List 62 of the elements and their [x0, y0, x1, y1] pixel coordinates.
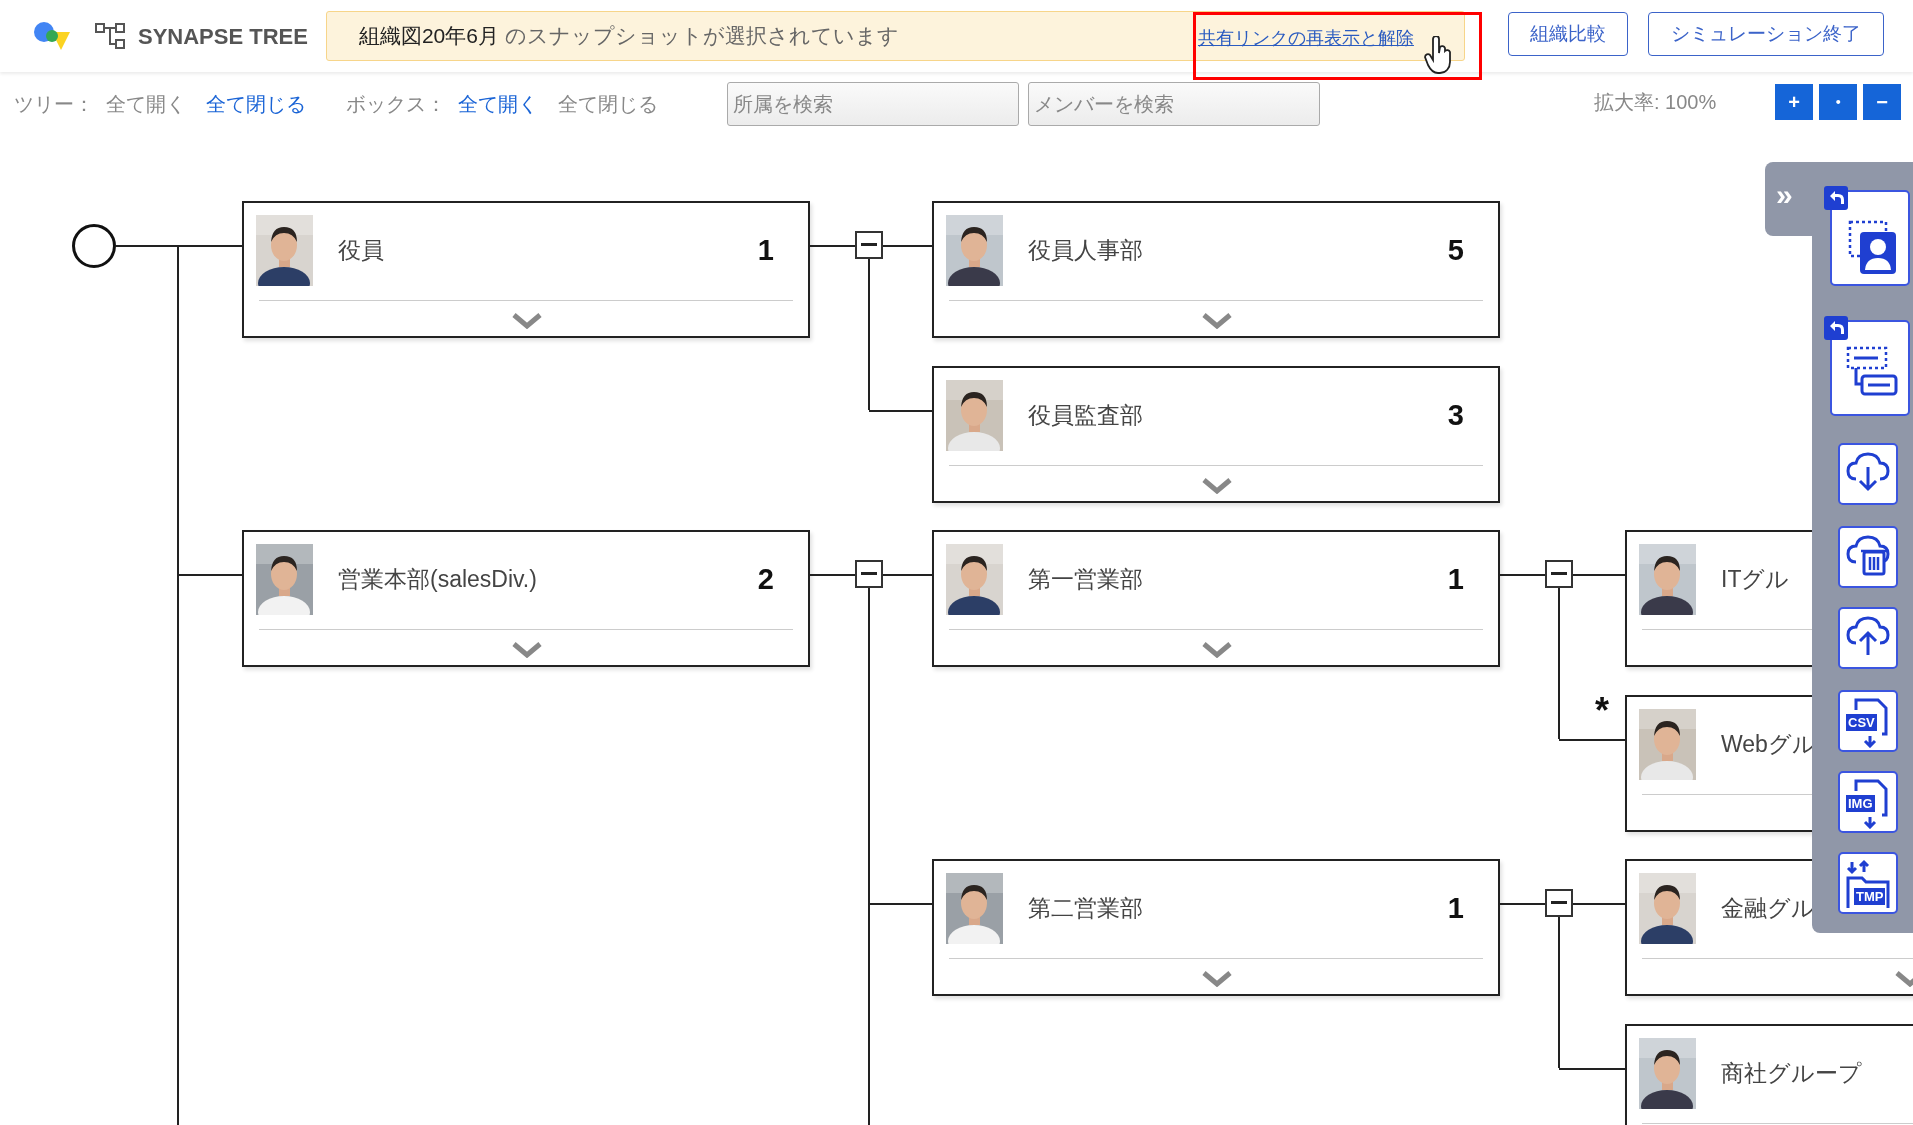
chevron-down-icon	[1202, 971, 1232, 988]
zoom-button[interactable]: −	[1863, 84, 1901, 120]
header-button[interactable]: シミュレーション終了	[1648, 12, 1884, 56]
collapse-toggle[interactable]	[1545, 560, 1573, 589]
minus-icon	[861, 243, 877, 247]
org-node-card[interactable]: 役員監査部 3	[932, 365, 1500, 503]
chevron-down-icon	[1202, 313, 1232, 329]
undo-icon	[1824, 186, 1848, 210]
org-node-card[interactable]: 第一営業部 1	[932, 530, 1500, 668]
search-field[interactable]: 所属を検索	[727, 82, 1019, 126]
toolbar-label: ツリー：	[14, 92, 94, 117]
collapse-toggle[interactable]	[1545, 889, 1573, 918]
department-name: ITグル	[1721, 565, 1790, 595]
department-name: 役員人事部	[1028, 236, 1143, 265]
org-node-card[interactable]: 役員 1	[242, 201, 810, 338]
org-node-card[interactable]: 営業本部(salesDiv.) 2	[242, 530, 810, 668]
collapse-toggle[interactable]	[855, 231, 883, 259]
member-count: 1	[1447, 891, 1464, 927]
minus-icon	[1551, 901, 1567, 906]
zoom-button[interactable]: +	[1775, 84, 1813, 120]
department-name: 第二営業部	[1028, 894, 1143, 924]
zoom-level: 拡大率: 100%	[1594, 90, 1717, 115]
chevron-down-icon	[512, 642, 542, 659]
member-count: 1	[757, 233, 774, 268]
header-button[interactable]: 組織比較	[1508, 12, 1628, 56]
member-count: 5	[1447, 233, 1464, 268]
folder-exchange-icon	[1844, 858, 1892, 910]
zoom-button[interactable]: ・	[1819, 84, 1857, 120]
tree-icon	[94, 20, 128, 52]
banner-message: 組織図20年6月 のスナップショットが選択されています	[358, 23, 899, 50]
department-name: 役員監査部	[1028, 400, 1143, 430]
app-title: SYNAPSE TREE	[138, 22, 308, 51]
department-name: 第一営業部	[1028, 565, 1143, 595]
department-name: 役員	[338, 236, 384, 265]
toolbar-label: ボックス：	[346, 92, 446, 117]
chevron-down-icon	[1202, 477, 1232, 494]
member-count: 2	[757, 562, 774, 598]
department-name: 営業本部(salesDiv.)	[338, 565, 537, 595]
file-type-label: IMG	[1846, 795, 1875, 812]
chevron-down-icon	[1202, 642, 1232, 659]
toolbar-link[interactable]: 全て開く	[458, 89, 538, 119]
member-count: 3	[1447, 397, 1464, 433]
share-link[interactable]: 共有リンクの再表示と解除	[1197, 25, 1414, 52]
department-name: 商社グループ	[1721, 1059, 1862, 1088]
tool-button[interactable]	[1838, 607, 1898, 669]
minus-icon	[861, 572, 877, 577]
chevron-down-icon	[512, 313, 542, 329]
minus-icon	[1551, 572, 1567, 577]
department-name: 金融グル	[1721, 894, 1815, 924]
org-node-card[interactable]: 第二営業部 1	[932, 859, 1500, 997]
member-count: 1	[1447, 562, 1464, 598]
toolbar-link[interactable]: 全て閉じる	[206, 89, 306, 119]
collapse-toggle[interactable]	[855, 560, 883, 589]
file-type-label: TMP	[1854, 888, 1886, 905]
search-field[interactable]: メンバーを検索	[1028, 82, 1320, 126]
undo-icon	[1824, 316, 1848, 340]
root-node	[72, 224, 116, 268]
panel-tab[interactable]	[1765, 162, 1812, 236]
change-mark: *	[1595, 692, 1609, 729]
file-type-label: CSV	[1846, 714, 1877, 731]
org-node-card[interactable]: 商社グループ	[1625, 1024, 1913, 1125]
org-node-card[interactable]: 役員人事部 5	[932, 201, 1500, 338]
